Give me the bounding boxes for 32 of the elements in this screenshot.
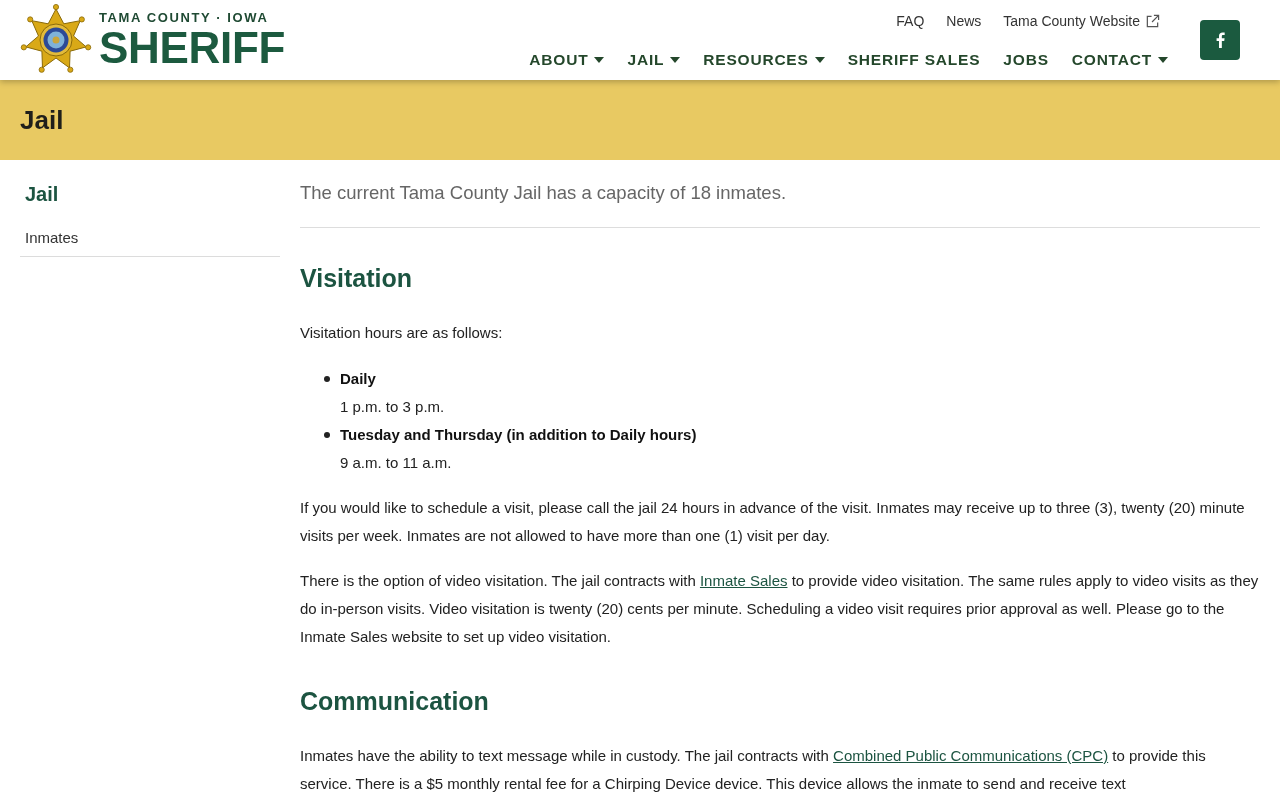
list-term: Daily: [340, 369, 376, 389]
body-paragraph: If you would like to schedule a visit, please call the jail 24 hours in advance of the visit. Inmates may receive up to three (3), twenty (20) minute visits per week. Inmates are not allowed to have more than one (1) visit per day.: [300, 498, 1246, 546]
site-subtitle: TAMA COUNTY · IOWA: [99, 10, 270, 26]
body-paragraph: Visitation hours are as follows:: [300, 323, 504, 343]
nav-link[interactable]: JAIL: [627, 51, 681, 69]
nav-link[interactable]: SHERIFF SALES: [847, 51, 981, 69]
section-heading: Visitation: [300, 263, 414, 294]
site-title[interactable]: SHERIFF: [99, 26, 286, 70]
list-detail: 1 p.m. to 3 p.m.: [340, 397, 445, 417]
facebook-button[interactable]: [1200, 20, 1240, 60]
utility-link[interactable]: FAQ: [896, 11, 925, 31]
list-term: Tuesday and Thursday (in addition to Daily hours): [340, 425, 697, 445]
nav-link[interactable]: ABOUT: [529, 51, 605, 69]
inline-link[interactable]: Combined Public Communications (CPC): [833, 747, 1109, 764]
inline-link[interactable]: Inmate Sales: [699, 572, 788, 589]
utility-link[interactable]: Tama County Website: [1003, 11, 1160, 31]
body-paragraph: Inmates have the ability to text message while in custody. The jail contracts with Combined Public Communications (CPC) to provide this service. There is a $5 monthly rental fee for a Chirping Device device. This device allows the inmate to send and receive text: [300, 746, 1207, 794]
sheriff-badge-logo[interactable]: [20, 4, 92, 76]
body-paragraph: There is the option of video visitation. The jail contracts with Inmate Sales to provide video visitation. The same rules apply to video visits as they do in-person visits. Video visitation is twenty (20) cents per minute. Scheduling a video visit requires prior approval as well. Please go to the Inmate Sales website to set up video visitation.: [300, 571, 1260, 647]
utility-link[interactable]: News: [946, 11, 982, 31]
sidebar-item[interactable]: Inmates: [20, 228, 280, 257]
intro-text: The current Tama County Jail has a capacity of 18 inmates.: [300, 181, 788, 205]
page-title: Jail: [20, 104, 64, 136]
list-detail: 9 a.m. to 11 a.m.: [340, 453, 452, 473]
nav-link[interactable]: CONTACT: [1071, 51, 1168, 69]
bullet-icon: [324, 432, 330, 438]
bullet-icon: [324, 376, 330, 382]
sidebar-heading-link[interactable]: Jail: [20, 181, 64, 207]
section-heading: Communication: [300, 686, 490, 717]
facebook-icon: [1215, 32, 1225, 48]
nav-link[interactable]: RESOURCES: [703, 51, 825, 69]
nav-link[interactable]: JOBS: [1003, 51, 1049, 69]
